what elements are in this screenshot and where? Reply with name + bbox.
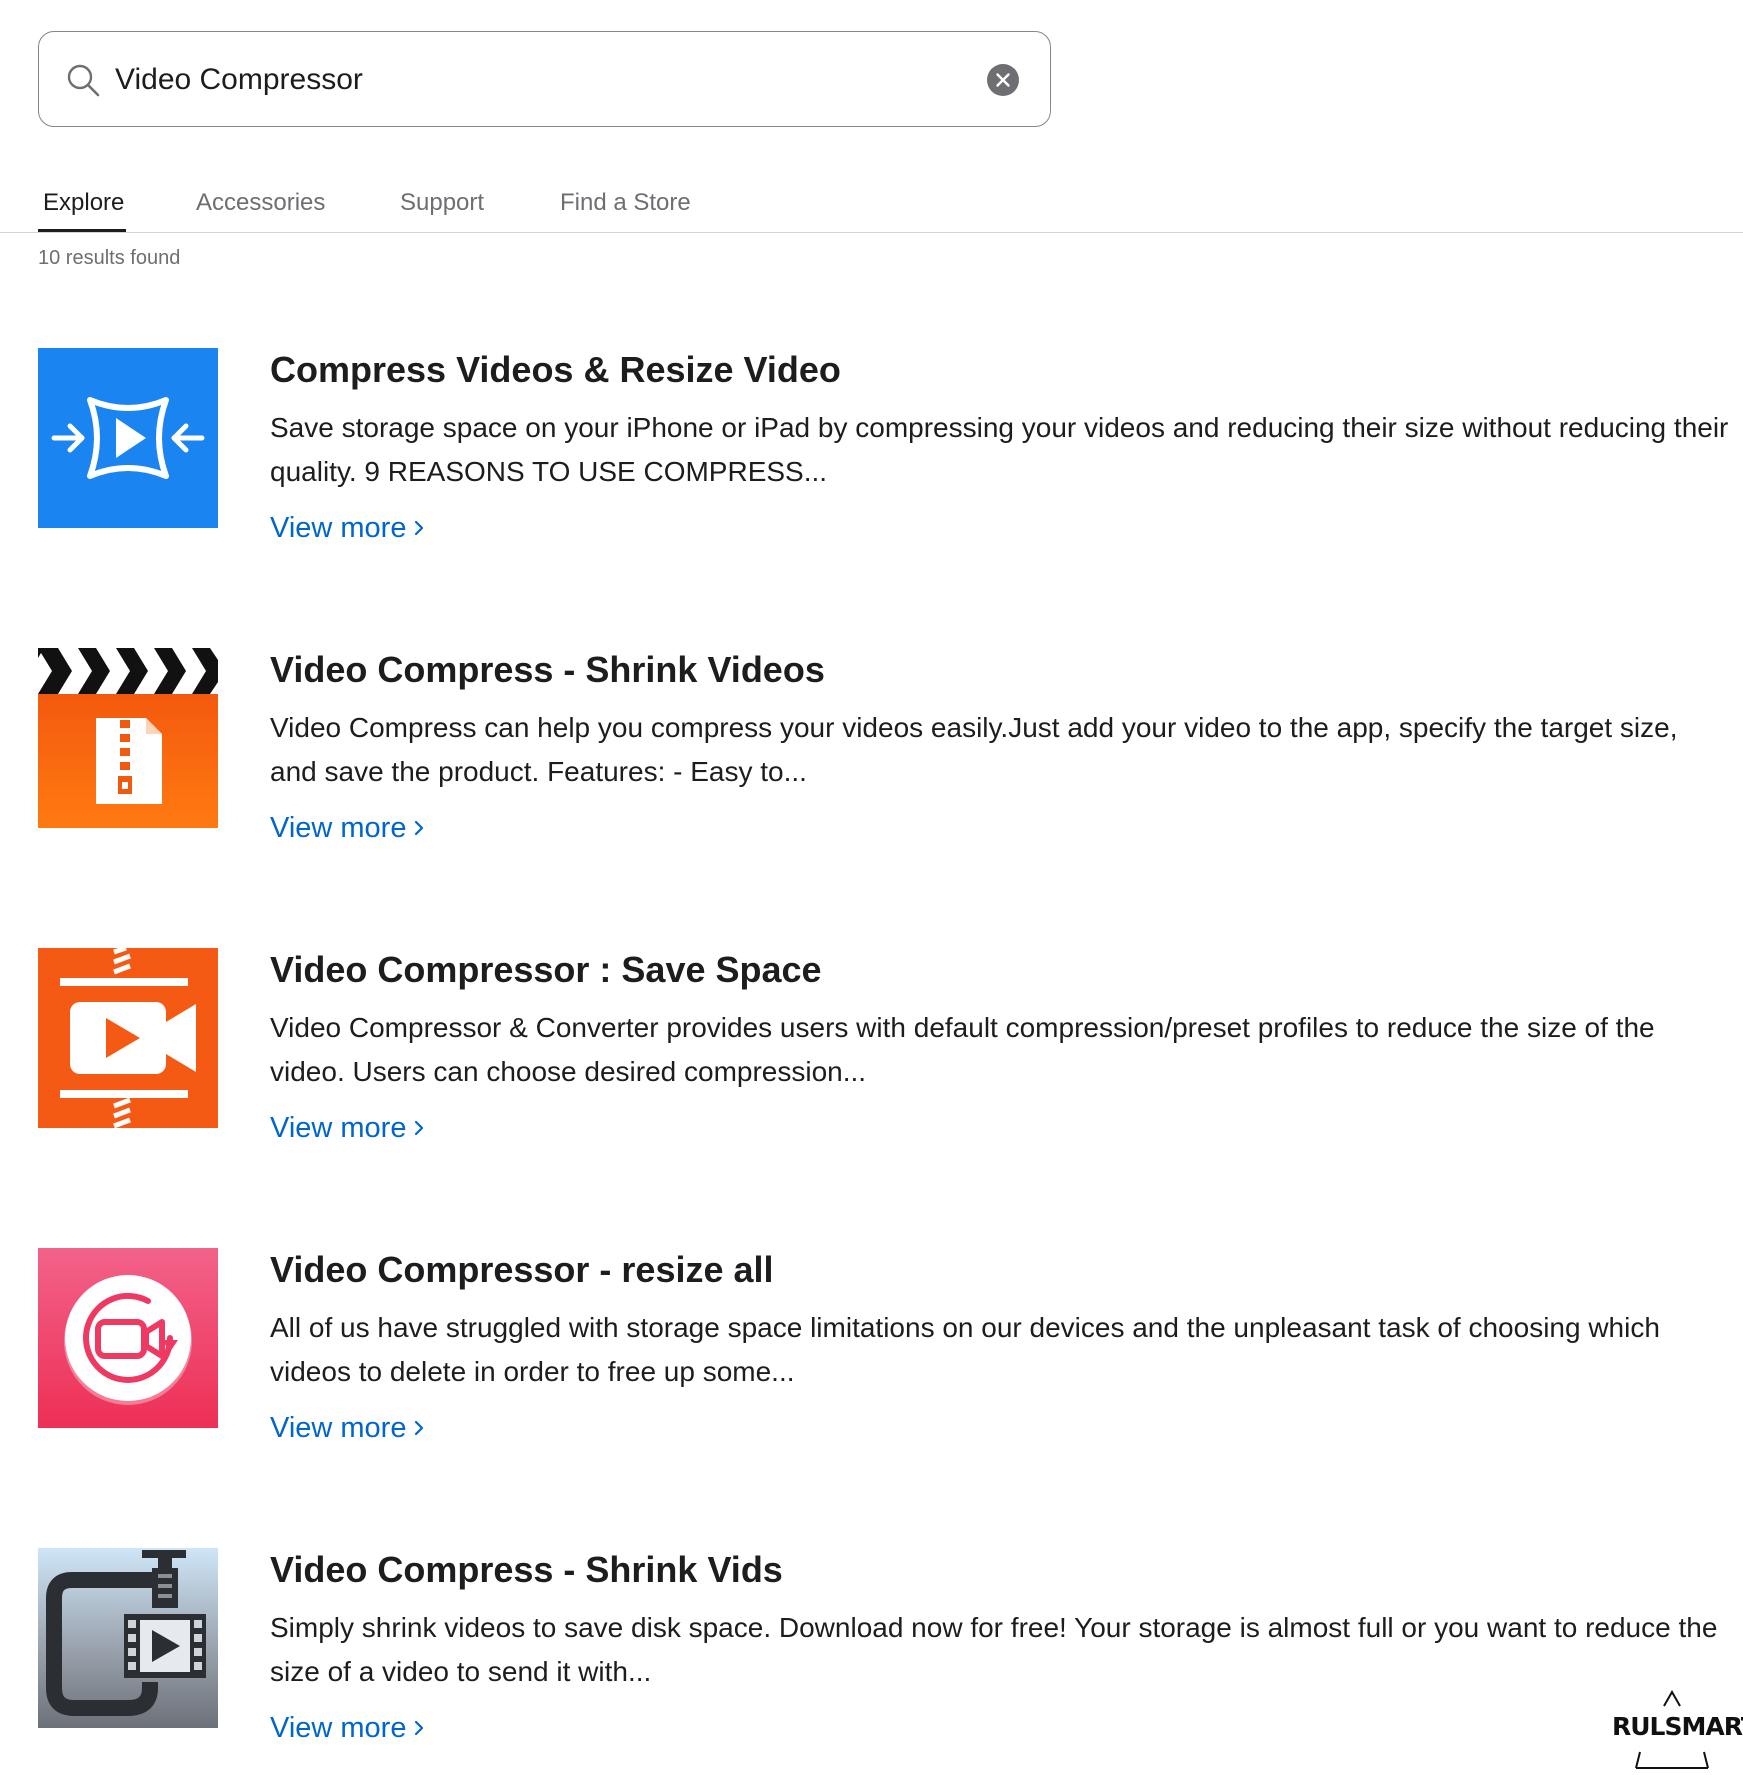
view-more-label: View more xyxy=(270,512,407,544)
compress-arrows-icon[interactable] xyxy=(38,348,218,528)
result-title[interactable]: Compress Videos & Resize Video xyxy=(270,348,841,392)
view-more-label: View more xyxy=(270,1112,407,1144)
tab-accessories[interactable]: Accessories xyxy=(196,188,325,218)
result-description: Video Compressor & Converter provides us… xyxy=(270,1012,1655,1087)
result-title[interactable]: Video Compressor - resize all xyxy=(270,1248,774,1292)
tab-support[interactable]: Support xyxy=(400,188,484,218)
chevron-right-icon xyxy=(415,1420,424,1436)
result-item: Compress Videos & Resize Video Save stor… xyxy=(38,348,1728,548)
result-title[interactable]: Video Compressor : Save Space xyxy=(270,948,822,992)
result-item: Video Compressor : Save Space Video Comp… xyxy=(38,948,1728,1148)
watermark-text: RULSMART xyxy=(1612,1712,1743,1741)
results-count: 10 results found xyxy=(38,247,181,269)
tab-explore[interactable]: Explore xyxy=(43,188,124,218)
view-more-link[interactable]: View more xyxy=(270,510,425,546)
view-more-link[interactable]: View more xyxy=(270,1110,425,1146)
view-more-label: View more xyxy=(270,812,407,844)
result-title[interactable]: Video Compress - Shrink Vids xyxy=(270,1548,783,1592)
tab-find-a-store[interactable]: Find a Store xyxy=(560,188,691,218)
view-more-link[interactable]: View more xyxy=(270,1410,425,1446)
search-icon xyxy=(67,64,100,97)
view-more-link[interactable]: View more xyxy=(270,810,425,846)
result-item: Video Compress - Shrink Vids Simply shri… xyxy=(38,1548,1728,1748)
chevron-right-icon xyxy=(415,1120,424,1136)
clapperboard-zip-icon[interactable] xyxy=(38,648,218,828)
result-description: Video Compress can help you compress you… xyxy=(270,712,1678,787)
search-input[interactable] xyxy=(115,56,975,104)
search-box[interactable] xyxy=(38,31,1051,127)
clear-icon[interactable] xyxy=(987,64,1019,96)
view-more-link[interactable]: View more xyxy=(270,1710,425,1746)
video-camera-compress-icon[interactable] xyxy=(38,948,218,1128)
result-item: Video Compressor - resize all All of us … xyxy=(38,1248,1728,1448)
clamp-film-icon[interactable] xyxy=(38,1548,218,1728)
result-title[interactable]: Video Compress - Shrink Videos xyxy=(270,648,825,692)
chevron-right-icon xyxy=(415,1720,424,1736)
tab-bar: Explore Accessories Support Find a Store xyxy=(0,186,1743,233)
video-camera-circle-icon[interactable] xyxy=(38,1248,218,1428)
result-description: Simply shrink videos to save disk space.… xyxy=(270,1612,1718,1687)
chevron-right-icon xyxy=(415,520,424,536)
result-item: Video Compress - Shrink Videos Video Com… xyxy=(38,648,1728,848)
view-more-label: View more xyxy=(270,1712,407,1744)
view-more-label: View more xyxy=(270,1412,407,1444)
result-description: Save storage space on your iPhone or iPa… xyxy=(270,412,1729,487)
chevron-right-icon xyxy=(415,820,424,836)
active-tab-indicator xyxy=(38,229,126,232)
result-description: All of us have struggled with storage sp… xyxy=(270,1312,1660,1387)
watermark-logo: RULSMART xyxy=(1612,1689,1743,1770)
